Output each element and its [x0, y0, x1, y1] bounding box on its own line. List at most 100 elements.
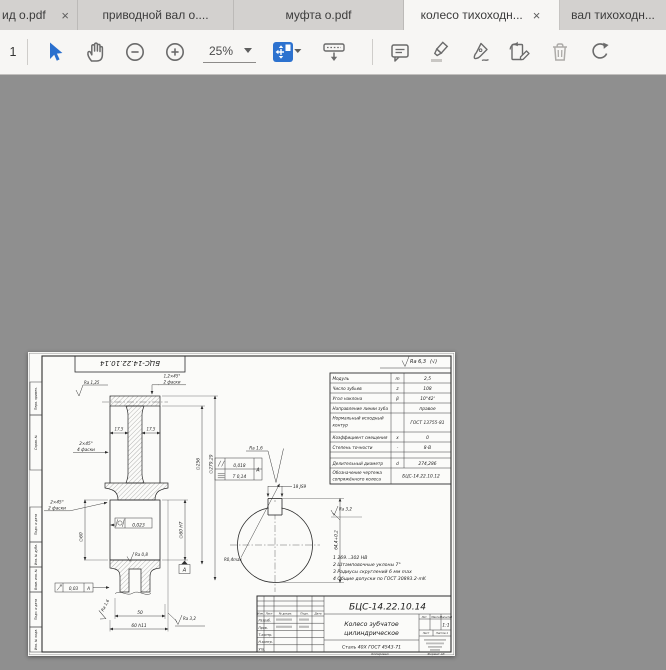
- inverted-doc-number: БЦС-14.22.10.14: [100, 359, 160, 367]
- table-value: 10°42': [420, 396, 435, 402]
- title-block: Изм. Лист № докум. Подп. Дата Разраб. Пр…: [257, 596, 453, 656]
- tb-lit: Лит.: [421, 615, 428, 619]
- tab-label: муфта o.pdf: [286, 8, 352, 22]
- table-symbol: β: [396, 396, 399, 401]
- dim-keyway-depth: 64,4+0,2: [334, 530, 339, 550]
- comment-icon: [388, 40, 412, 64]
- tab-mufta[interactable]: муфта o.pdf: [234, 0, 404, 30]
- roughness-keyway: Ra 1,6: [249, 446, 263, 451]
- tab-privodnoy-val[interactable]: приводной вал o....: [78, 0, 234, 30]
- tb-signer: Н.контр.: [259, 640, 273, 644]
- table-label: Угол наклона: [333, 396, 363, 401]
- zoom-out-button[interactable]: [115, 35, 155, 69]
- tb-signer: Т.контр.: [259, 633, 273, 637]
- table-label: Направление линии зуба: [333, 406, 389, 411]
- rotate-button[interactable]: [580, 35, 620, 69]
- tab-val-tihohodniy[interactable]: вал тихоходн...: [560, 0, 666, 30]
- dim-d256: ∅256: [196, 458, 202, 470]
- tab-bar: ид o.pdf × приводной вал o.... муфта o.p…: [0, 0, 666, 30]
- dim-50: 50: [137, 610, 143, 616]
- table-label: Модуль: [333, 376, 350, 381]
- keyway-tolerance-frame: 0,018 T 0,14 А: [215, 458, 262, 480]
- chevron-down-icon: [244, 48, 252, 53]
- highlighter-icon: [427, 40, 453, 64]
- dim-d60: ∅60: [79, 532, 85, 542]
- roughness-ra08: Ra 0,8: [135, 552, 148, 557]
- chamfer-2x45-low: 2×45°: [50, 500, 64, 505]
- parallelism-value: 0,018: [233, 463, 246, 469]
- technical-notes: 1 269...302 НВ 2 Штамповочные уклоны 7° …: [333, 555, 427, 582]
- comment-button[interactable]: [380, 35, 420, 69]
- tb-scale-label: Масштаб: [440, 615, 453, 619]
- part-title-line2: цилиндрическое: [344, 630, 399, 637]
- table-value: 274,286: [418, 461, 436, 467]
- engineering-drawing: Перв. примен. Справ. № Подп. и дата Инв.…: [28, 352, 455, 656]
- roughness-ra16-bottom: Ra 1,6: [96, 598, 115, 622]
- margin-label: Перв. примен.: [34, 387, 38, 410]
- tab-vid[interactable]: ид o.pdf ×: [0, 0, 78, 30]
- tab-koleso-tihohodnoe[interactable]: колесо тихоходн... ×: [404, 0, 560, 30]
- zoom-out-icon: [123, 40, 147, 64]
- cylindricity-frame: 0,023: [111, 518, 152, 529]
- margin-label: Взам. инв. №: [34, 569, 38, 590]
- close-icon[interactable]: ×: [531, 9, 543, 22]
- zoom-in-icon: [163, 40, 187, 64]
- svg-text:Ra 1,6: Ra 1,6: [100, 598, 111, 612]
- highlight-button[interactable]: [420, 35, 460, 69]
- material: Сталь 40Х ГОСТ 4543-71: [342, 644, 401, 650]
- hand-tool-button[interactable]: [75, 35, 115, 69]
- tb-col: № докум.: [278, 612, 292, 616]
- table-symbol: m: [395, 376, 399, 381]
- table-label: контур: [333, 423, 349, 428]
- close-icon[interactable]: ×: [59, 9, 71, 22]
- runout-datum: А: [86, 586, 90, 591]
- dim-r04max: R0,4max: [224, 557, 242, 562]
- roughness-ra32-side: Ra 3,2: [339, 507, 352, 512]
- table-label: Делительный диаметр: [332, 461, 384, 466]
- dim-17-5-left: 17,5: [115, 427, 124, 432]
- dim-60h11: 60 h11: [131, 623, 147, 629]
- zoom-in-button[interactable]: [155, 35, 195, 69]
- chamfer-4-faski: 4 фаски: [77, 447, 95, 452]
- table-label: сопряжённого колеса: [333, 477, 382, 482]
- dim-keyway-width: 18 JS9: [293, 484, 307, 489]
- runout-value: 0,03: [69, 586, 79, 591]
- zoom-level-dropdown[interactable]: 25%: [203, 42, 256, 63]
- note-line: 2 Штамповочные уклоны 7°: [333, 562, 401, 568]
- table-symbol: -: [397, 445, 399, 450]
- hand-icon: [83, 40, 107, 64]
- page-number-input[interactable]: 1: [6, 45, 20, 59]
- tb-sheets: Листов 1: [435, 631, 449, 635]
- tb-signer: Пров.: [259, 626, 268, 630]
- tb-signer: Разраб.: [259, 619, 272, 623]
- general-roughness: Ra 6,3: [410, 359, 426, 365]
- scroll-mode-button[interactable]: [314, 35, 354, 69]
- table-label: Степень точности: [333, 445, 373, 450]
- cylindricity-value: 0,023: [132, 523, 145, 529]
- datum-a-flag: А: [182, 568, 187, 574]
- tb-col: Лист: [265, 612, 273, 616]
- cursor-icon: [43, 40, 67, 64]
- copied-label: Копировал: [371, 652, 388, 656]
- tab-label: ид o.pdf: [2, 8, 46, 22]
- sign-button[interactable]: [460, 35, 500, 69]
- table-value: БЦС-14.22.10.12: [402, 474, 440, 480]
- trash-icon: [548, 40, 572, 64]
- tab-label: колесо тихоходн...: [421, 8, 523, 22]
- tb-col: Дата: [314, 612, 322, 616]
- document-canvas[interactable]: Перв. примен. Справ. № Подп. и дата Инв.…: [0, 76, 666, 670]
- dim-d60h7: ∅60 H7: [179, 521, 185, 538]
- table-symbol: x: [395, 435, 399, 440]
- fill-and-sign-button[interactable]: [500, 35, 540, 69]
- divider: [27, 39, 28, 65]
- delete-button[interactable]: [540, 35, 580, 69]
- chamfer-2-faski: 2 фаски: [48, 505, 66, 510]
- pdf-page: Перв. примен. Справ. № Подп. и дата Инв.…: [28, 352, 455, 656]
- select-tool-button[interactable]: [35, 35, 75, 69]
- gear-parameter-table: Ra 6,3 (√) Модуль Число зубьев: [330, 357, 451, 485]
- page-fit-dropdown[interactable]: [264, 35, 314, 69]
- toolbar: 1 25%: [0, 30, 666, 75]
- table-value: 108: [423, 386, 432, 392]
- format-label: Формат А3: [427, 652, 444, 656]
- note-line: 4 Общие допуски по ГОСТ 30893.2-mK: [333, 576, 427, 582]
